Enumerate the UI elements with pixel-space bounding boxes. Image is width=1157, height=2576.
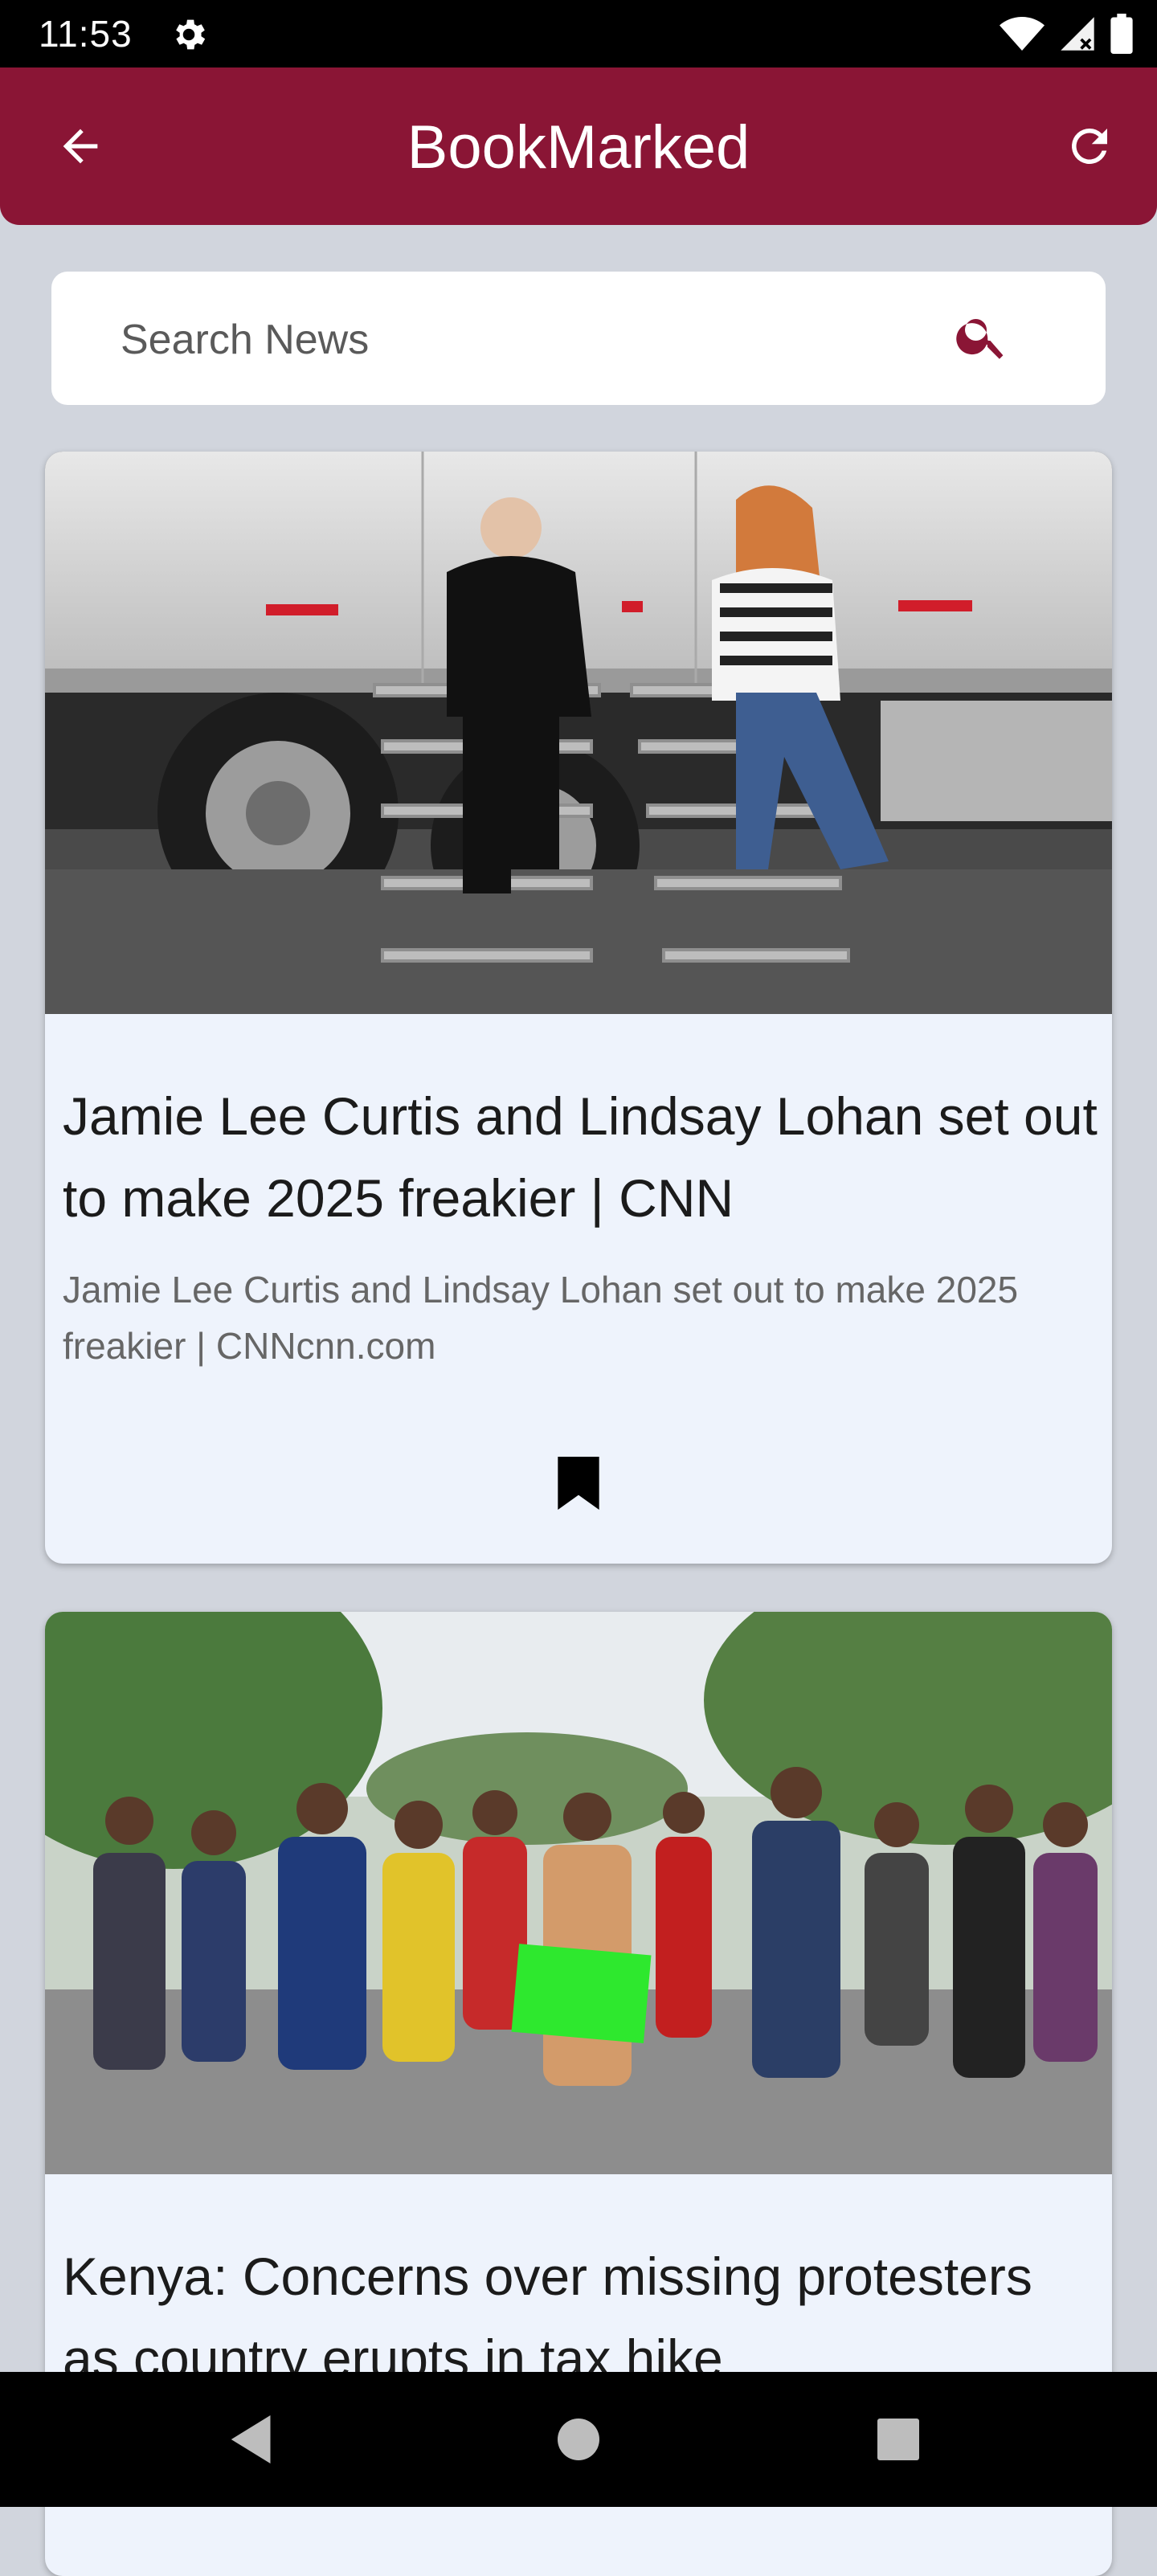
search-icon[interactable] — [953, 307, 1011, 365]
nav-back-icon[interactable] — [230, 2415, 275, 2464]
page-title: BookMarked — [407, 113, 750, 182]
gear-icon — [176, 19, 206, 50]
search-input[interactable] — [119, 310, 926, 370]
system-nav-bar — [0, 2372, 1157, 2507]
article-description: Jamie Lee Curtis and Lindsay Lohan set o… — [63, 1269, 1019, 1367]
refresh-button[interactable] — [1054, 111, 1125, 182]
status-time: 11:53 — [39, 13, 133, 55]
signal-icon — [1061, 17, 1094, 51]
nav-home-icon[interactable] — [558, 2419, 599, 2460]
news-card[interactable]: Jamie Lee Curtis and Lindsay Lohan set o… — [45, 452, 1112, 1564]
battery-icon — [1110, 14, 1133, 54]
wifi-icon — [1000, 17, 1045, 51]
bookmark-button[interactable] — [551, 1451, 606, 1515]
refresh-icon — [1071, 128, 1107, 164]
article-title[interactable]: Jamie Lee Curtis and Lindsay Lohan set o… — [63, 1075, 1099, 1239]
app-bar: BookMarked — [0, 67, 1157, 225]
search-bar — [51, 272, 1106, 405]
nav-recents-icon[interactable] — [877, 2419, 919, 2460]
bookmark-icon — [558, 1457, 599, 1510]
status-bar: 11:53 — [0, 0, 1157, 67]
article-image — [45, 452, 1112, 1014]
article-image — [45, 1612, 1112, 2174]
